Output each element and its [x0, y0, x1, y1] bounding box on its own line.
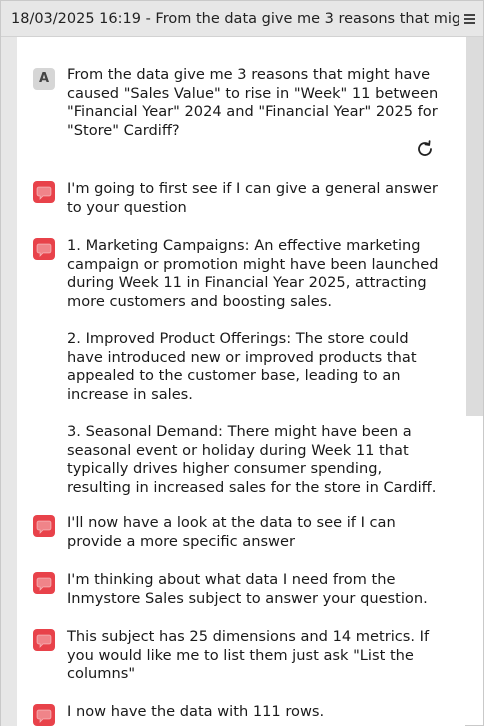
assistant-message-text: I now have the data with 111 rows. — [67, 703, 325, 720]
chat-bubble-icon — [33, 238, 55, 260]
assistant-message-text: I'm going to first see if I can give a g… — [67, 180, 438, 216]
chat-window: 18/03/2025 16:19 - From the data give me… — [0, 0, 484, 726]
chat-bubble-icon — [33, 181, 55, 203]
refresh-icon[interactable] — [415, 139, 435, 159]
chat-bubble-icon — [33, 572, 55, 594]
left-gutter — [1, 37, 17, 726]
title-bar: 18/03/2025 16:19 - From the data give me… — [1, 1, 483, 37]
user-message-text: From the data give me 3 reasons that mig… — [67, 66, 439, 139]
chat-bubble-icon — [33, 704, 55, 726]
user-avatar: A — [33, 68, 55, 90]
assistant-message-text: This subject has 25 dimensions and 14 me… — [67, 628, 430, 683]
chat-bubble-icon — [33, 515, 55, 537]
scrollbar-thumb[interactable] — [466, 37, 483, 416]
reason-paragraph: 1. Marketing Campaigns: An effective mar… — [67, 237, 439, 310]
reasons-list: 1. Marketing Campaigns: An effective mar… — [67, 237, 447, 497]
reason-paragraph: 3. Seasonal Demand: There might have bee… — [67, 422, 437, 496]
chat-bubble-icon — [33, 629, 55, 651]
assistant-message-text: I'll now have a look at the data to see … — [67, 514, 396, 550]
assistant-message-text: I'm thinking about what data I need from… — [67, 571, 428, 607]
chat-transcript: A From the data give me 3 reasons that m… — [17, 37, 465, 726]
conversation-title: 18/03/2025 16:19 - From the data give me… — [11, 11, 459, 27]
hamburger-menu-icon[interactable] — [463, 13, 477, 25]
reason-paragraph: 2. Improved Product Offerings: The store… — [67, 329, 417, 403]
